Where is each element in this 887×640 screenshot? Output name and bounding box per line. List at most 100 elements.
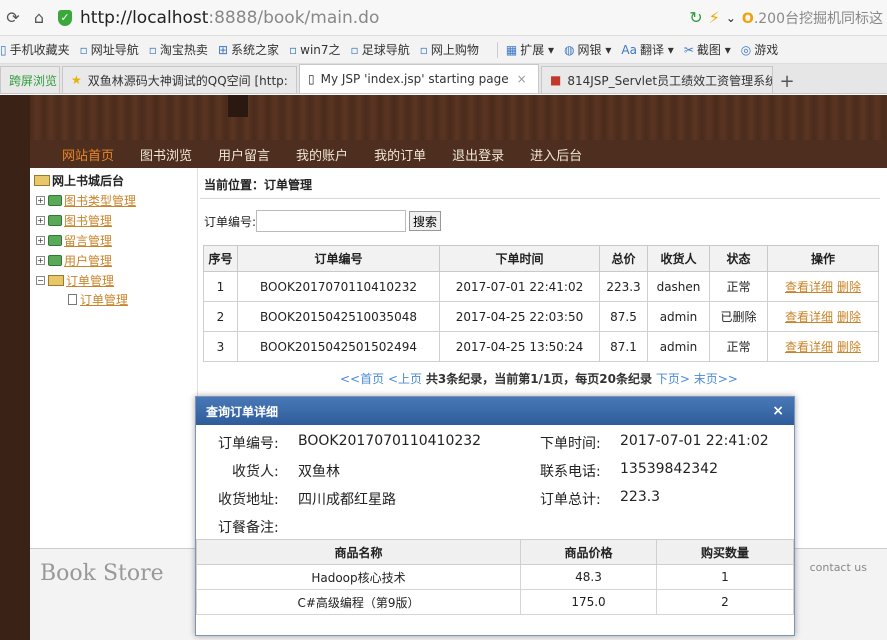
prev-page-link[interactable]: <上页	[388, 372, 422, 386]
search-button[interactable]: 搜索	[409, 211, 442, 231]
cell-order: BOOK2017070110410232	[237, 271, 440, 302]
cell-receiver: admin	[647, 301, 710, 332]
first-page-link[interactable]: <<首页	[340, 372, 384, 386]
url-field[interactable]: ✓ http://localhost:8888/book/main.do	[58, 5, 689, 31]
order-number-label: 订单编号:	[218, 436, 279, 452]
cell-product-name: C#高级编程（第9版）	[196, 589, 521, 615]
address-label: 收货地址:	[218, 492, 279, 508]
tree-root-label: 网上书城后台	[52, 174, 125, 188]
nav-books[interactable]: 图书浏览	[140, 145, 192, 164]
tab-servlet-system[interactable]: ■814JSP_Servlet员工绩效工资管理系统×	[541, 66, 773, 93]
search-label: 订单编号:	[204, 214, 257, 229]
bookmark-shopping[interactable]: ▫ 网上购物	[420, 41, 479, 58]
order-items-table: 商品名称 商品价格 购买数量 Hadoop核心技术 48.3 1 C#高级编程（…	[196, 539, 794, 615]
reload-icon[interactable]: ⟳	[0, 5, 26, 31]
lightning-icon[interactable]: ⚡	[709, 8, 720, 27]
bookmark-nav[interactable]: ▫ 网址导航	[80, 41, 139, 58]
bookmark-extensions[interactable]: ▦ 扩展 ▾	[506, 41, 554, 58]
next-page-link[interactable]: 下页>	[656, 372, 690, 386]
order-time-value: 2017-07-01 22:41:02	[620, 433, 769, 449]
view-detail-link[interactable]: 查看详细	[785, 310, 833, 324]
expand-icon[interactable]: +	[36, 196, 45, 205]
phone-field: 联系电话: 13539842342	[540, 461, 718, 481]
cell-time: 2017-04-25 22:03:50	[439, 301, 600, 332]
expand-icon[interactable]: +	[36, 216, 45, 225]
receiver-field: 收货人: 双鱼林	[232, 461, 340, 481]
order-number-input[interactable]	[256, 210, 407, 232]
scissors-icon: ✂	[683, 42, 694, 57]
globe-icon: ◍	[564, 42, 575, 57]
divider	[496, 41, 498, 58]
bookmark-football[interactable]: ▫ 足球导航	[351, 41, 410, 58]
nav-account[interactable]: 我的账户	[296, 145, 348, 164]
new-tab-button[interactable]: +	[775, 69, 799, 93]
phone-label: 联系电话:	[540, 464, 601, 480]
view-detail-link[interactable]: 查看详细	[785, 280, 833, 294]
refresh-icon[interactable]: ↻	[689, 8, 702, 27]
last-page-link[interactable]: 末页>>	[694, 372, 738, 386]
sidebar-item-orders[interactable]: − 订单管理	[36, 272, 114, 289]
search-suggestion[interactable]: O.200台挖掘机同标这	[742, 8, 883, 28]
book-icon	[48, 255, 62, 266]
expand-icon[interactable]: +	[36, 256, 45, 265]
cell-ops: 查看详细 删除	[767, 271, 879, 302]
table-row: 1 BOOK2017070110410232 2017-07-01 22:41:…	[203, 271, 879, 302]
expand-icon[interactable]: +	[36, 236, 45, 245]
view-detail-link[interactable]: 查看详细	[785, 340, 833, 354]
bookmark-translate[interactable]: Aa 翻译 ▾	[621, 41, 673, 58]
page-icon: ▫	[350, 42, 359, 57]
cell-ops: 查看详细 删除	[767, 301, 879, 332]
bookmark-taobao[interactable]: ▫ 淘宝热卖	[149, 41, 208, 58]
contact-link[interactable]: contact us	[810, 561, 867, 574]
memo-field: 订餐备注:	[218, 517, 298, 537]
star-icon: ★	[71, 73, 82, 87]
chevron-down-icon[interactable]: ⌄	[726, 11, 736, 25]
divider	[200, 198, 880, 199]
nav-orders[interactable]: 我的订单	[374, 145, 426, 164]
bookmarks-bar: ▯ 手机收藏夹 ▫ 网址导航 ▫ 淘宝热卖 ⊞ 系统之家 ▫ win7之 ▫ 足球导航 ▫ 网…	[0, 36, 887, 64]
security-shield-icon: ✓	[58, 9, 72, 26]
open-book-icon	[48, 275, 64, 286]
sidebar-item-books[interactable]: + 图书管理	[36, 212, 112, 229]
nav-admin[interactable]: 进入后台	[530, 145, 582, 164]
close-icon[interactable]: ×	[517, 72, 527, 86]
close-icon[interactable]: ×	[772, 403, 784, 419]
nav-home[interactable]: 网站首页	[62, 145, 114, 164]
col-time: 下单时间	[439, 245, 600, 272]
bookmark-xitong[interactable]: ⊞ 系统之家	[218, 41, 279, 58]
home-icon[interactable]: ⌂	[26, 5, 52, 31]
sidebar-subitem-orders[interactable]: 订单管理	[68, 291, 128, 308]
nav-logout[interactable]: 退出登录	[452, 145, 504, 164]
main-nav: 网站首页 图书浏览 用户留言 我的账户 我的订单 退出登录 进入后台	[30, 140, 887, 168]
col-quantity: 购买数量	[656, 539, 794, 565]
bookmark-bank[interactable]: ◍ 网银 ▾	[564, 41, 611, 58]
bookmark-mobile-favorites[interactable]: ▯ 手机收藏夹	[0, 41, 70, 58]
order-time-label: 下单时间:	[540, 436, 601, 452]
delete-link[interactable]: 删除	[837, 310, 861, 324]
sidebar-item-users[interactable]: + 用户管理	[36, 252, 112, 269]
total-value: 223.3	[620, 489, 661, 505]
col-total: 总价	[599, 245, 648, 272]
tab-index-jsp[interactable]: ▯ My JSP 'index.jsp' starting page ×	[299, 64, 539, 93]
bookmark-games[interactable]: ◎ 游戏	[741, 41, 779, 58]
cell-receiver: admin	[647, 331, 710, 362]
sidebar-item-book-types[interactable]: + 图书类型管理	[36, 192, 136, 209]
nav-messages[interactable]: 用户留言	[218, 145, 270, 164]
delete-link[interactable]: 删除	[837, 280, 861, 294]
table-header-row: 商品名称 商品价格 购买数量	[196, 539, 794, 565]
tree-root: 网上书城后台	[34, 172, 124, 189]
address-value: 四川成都红星路	[298, 492, 396, 508]
tab-qq-space[interactable]: ★双鱼林源码大神调试的QQ空间 [http:×	[62, 66, 297, 93]
tab-cross-screen[interactable]: 跨屏浏览	[0, 66, 60, 93]
collapse-icon[interactable]: −	[36, 276, 45, 285]
delete-link[interactable]: 删除	[837, 340, 861, 354]
book-icon	[48, 215, 62, 226]
page-icon: ▫	[148, 42, 157, 57]
pagination: <<首页 <上页 共3条纪录，当前第1/1页，每页20条纪录 下页> 末页>>	[340, 370, 738, 387]
tab-strip: 跨屏浏览 ★双鱼林源码大神调试的QQ空间 [http:× ▯My JSP 'in…	[0, 64, 887, 94]
close-icon[interactable]: ×	[296, 73, 297, 87]
sidebar-item-messages[interactable]: + 留言管理	[36, 232, 112, 249]
bookmark-win7[interactable]: ▫ win7之	[289, 41, 341, 58]
cell-order: BOOK2015042510035048	[237, 301, 440, 332]
bookmark-screenshot[interactable]: ✂ 截图 ▾	[684, 41, 731, 58]
